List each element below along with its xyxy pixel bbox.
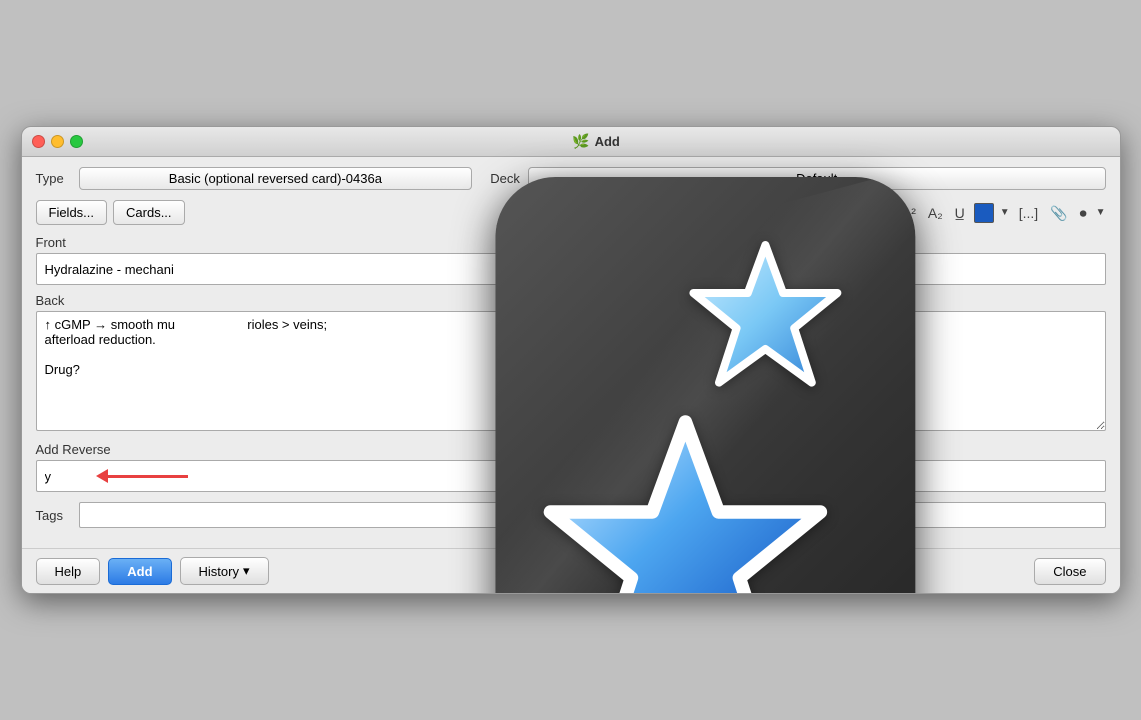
window-title: 🌿 Add [83, 133, 1110, 150]
bracket-button[interactable]: [...] [1016, 204, 1041, 222]
add-reverse-wrapper [36, 460, 1106, 492]
maximize-traffic-light[interactable] [70, 135, 83, 148]
color-picker-button[interactable] [974, 203, 994, 223]
subscript-button[interactable]: A₂ [925, 204, 946, 222]
back-section: Back [36, 293, 1106, 442]
close-button[interactable]: Close [1034, 558, 1105, 585]
add-title-icon: 🌿 [572, 133, 589, 150]
add-reverse-input[interactable] [36, 460, 1106, 492]
toolbar-row: Fields... Cards... U A² A₂ U̲ ▼ [...] 📎 … [36, 200, 1106, 225]
cards-button[interactable]: Cards... [113, 200, 185, 225]
add-reverse-section: Add Reverse [36, 442, 1106, 492]
type-deck-row: Type Basic (optional reversed card)-0436… [36, 167, 1106, 190]
front-section: Front [36, 235, 1106, 293]
deck-button[interactable]: Default [528, 167, 1106, 190]
fields-button[interactable]: Fields... [36, 200, 108, 225]
back-label: Back [36, 293, 1106, 308]
type-label: Type [36, 171, 71, 186]
underline-button[interactable]: U [877, 204, 893, 222]
close-traffic-light[interactable] [32, 135, 45, 148]
tags-input[interactable] [79, 502, 1106, 528]
type-button[interactable]: Basic (optional reversed card)-0436a [79, 167, 473, 190]
underline2-button[interactable]: U̲ [952, 204, 968, 222]
history-button[interactable]: History ▾ [180, 557, 269, 585]
help-button[interactable]: Help [36, 558, 101, 585]
tags-row: Tags [36, 502, 1106, 528]
traffic-lights [32, 135, 83, 148]
add-reverse-label: Add Reverse [36, 442, 1106, 457]
add-button[interactable]: Add [108, 558, 171, 585]
attach-button[interactable]: 📎 [1047, 204, 1070, 222]
main-content: Type Basic (optional reversed card)-0436… [22, 157, 1120, 548]
superscript-button[interactable]: A² [899, 204, 919, 222]
record-dropdown-arrow[interactable]: ▼ [1096, 207, 1106, 218]
history-label: History [199, 564, 239, 579]
back-textarea[interactable] [36, 311, 1106, 431]
deck-label: Deck [490, 171, 520, 186]
titlebar: 🌿 Add [22, 127, 1120, 157]
front-input[interactable] [36, 253, 1106, 285]
history-dropdown-arrow: ▾ [243, 563, 250, 579]
bottom-bar: Help Add History ▾ Close [22, 548, 1120, 593]
minimize-traffic-light[interactable] [51, 135, 64, 148]
color-dropdown-arrow[interactable]: ▼ [1000, 207, 1010, 218]
record-button[interactable]: ⏺ [1077, 204, 1090, 222]
tags-label: Tags [36, 508, 71, 523]
front-label: Front [36, 235, 1106, 250]
main-window: 🌿 Add Type Basic (optional reversed card… [21, 126, 1121, 594]
title-text: Add [595, 134, 620, 149]
